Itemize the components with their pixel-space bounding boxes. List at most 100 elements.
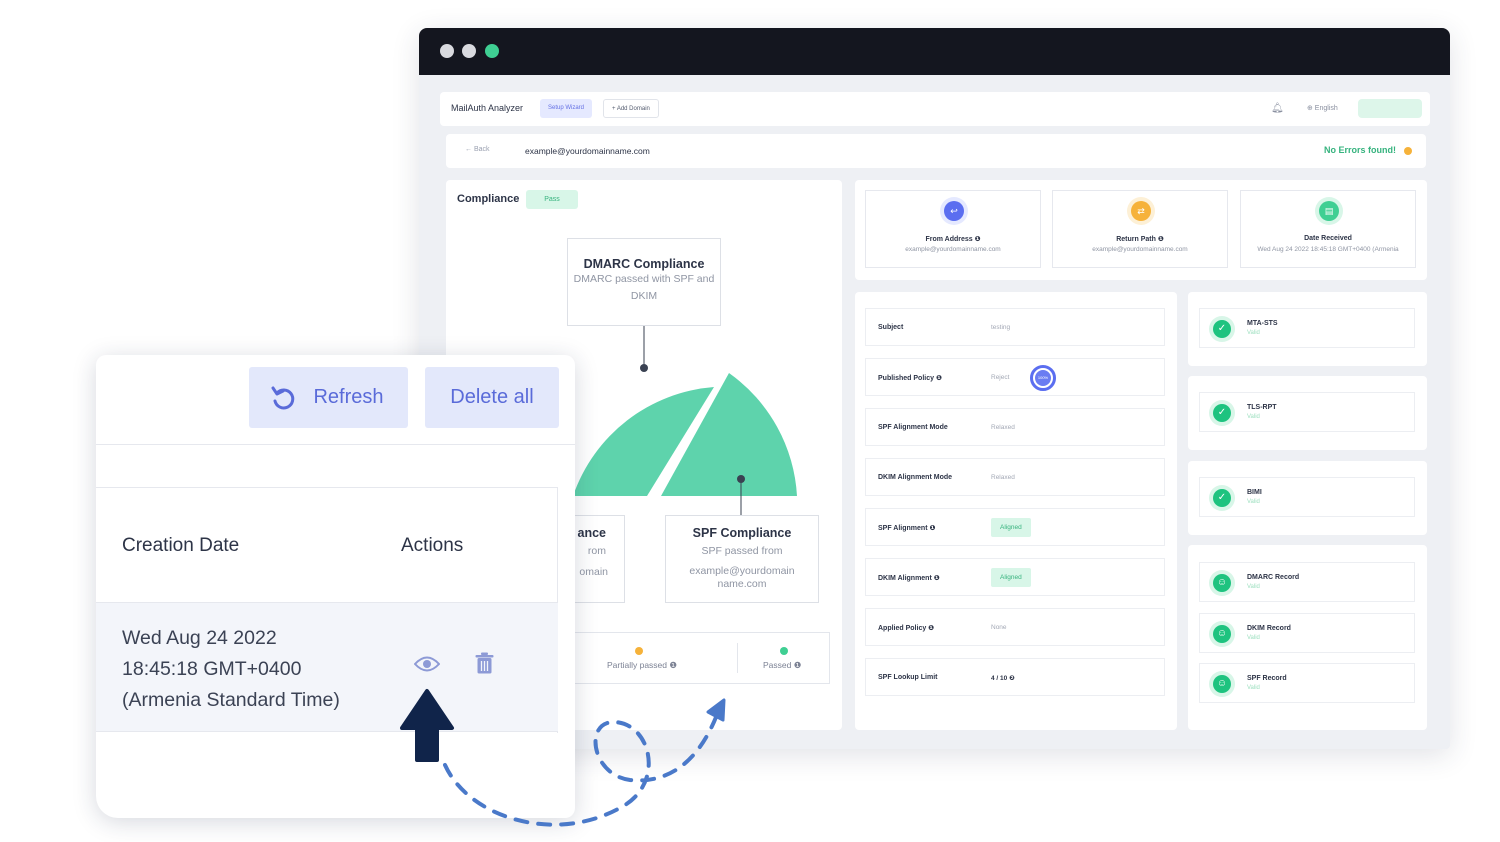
detail-label: Subject [878,324,904,331]
detail-label: Applied Policy ❶ [878,625,935,632]
from-address-value: example@yourdomainname.com [905,246,1001,253]
spf-desc-2: example@yourdomain [689,565,795,577]
refresh-icon [271,386,295,410]
dmarc-desc: DMARC passed with SPF and DKIM [573,273,715,302]
side-name: TLS-RPT [1247,404,1277,411]
column-creation-date[interactable]: Creation Date [122,535,239,557]
side-row[interactable]: ☺ DMARC Record Valid [1199,562,1415,602]
spf-desc-3: name.com [717,578,767,590]
row-date-line: Wed Aug 24 2022 [122,627,277,649]
detail-label: SPF Lookup Limit [878,674,938,681]
check-icon: ✓ [1209,485,1235,511]
column-actions: Actions [401,535,464,556]
calendar-icon: ▤ [1315,197,1343,225]
back-link[interactable]: ← Back [465,146,490,153]
table-border [96,487,558,488]
window-maximize-dot[interactable] [485,44,499,58]
compliance-legend: Partially passed ❶ Passed ❶ [564,632,830,684]
side-status: Valid [1247,584,1260,590]
window-close-dot[interactable] [440,44,454,58]
status-dot [1404,147,1412,155]
dmarc-title: DMARC Compliance [583,257,705,271]
app-brand[interactable]: MailAuth Analyzer [451,103,523,113]
browser-title-bar [419,28,1450,75]
side-row[interactable]: ✓ MTA-STS Valid [1199,308,1415,348]
side-row[interactable]: ✓ BIMI Valid [1199,477,1415,517]
date-received-value: Wed Aug 24 2022 18:45:18 GMT+0400 (Armen… [1257,246,1399,253]
detail-value: Relaxed [991,474,1015,481]
side-row[interactable]: ☺ SPF Record Valid [1199,663,1415,703]
detail-row-dkim-mode: DKIM Alignment Mode Relaxed [865,458,1165,496]
detail-value: 4 / 10 ❷ [991,675,1015,682]
detail-value: testing [991,324,1011,331]
compliance-pass-badge: Pass [526,190,578,209]
detail-row-subject: Subject testing [865,308,1165,346]
language-selector[interactable]: ⊕ English [1307,104,1338,112]
detail-value: None [991,624,1007,631]
eye-icon[interactable] [414,655,440,673]
side-row[interactable]: ☺ DKIM Record Valid [1199,613,1415,653]
spacer [96,445,575,487]
detail-row-spf-mode: SPF Alignment Mode Relaxed [865,408,1165,446]
spf-desc-1: SPF passed from [701,545,783,557]
report-email: example@yourdomainname.com [525,146,650,156]
check-icon: ✓ [1209,400,1235,426]
check-icon: ✓ [1209,316,1235,342]
spf-compliance-box: SPF Compliance SPF passed from example@y… [665,515,819,603]
smile-icon: ☺ [1209,621,1235,647]
return-path-card: ⇄ Return Path ❶ example@yourdomainname.c… [1052,190,1228,268]
add-domain-button[interactable]: + Add Domain [603,99,659,118]
aligned-badge: Aligned [991,568,1031,587]
bimi-panel: ✓ BIMI Valid [1188,461,1427,535]
refresh-button[interactable]: Refresh [249,367,408,428]
dmarc-compliance-box: DMARC Compliance DMARC passed with SPF a… [567,238,721,326]
legend-divider [737,643,738,673]
side-name: BIMI [1247,489,1262,496]
return-path-value: example@yourdomainname.com [1092,246,1188,253]
detail-row-spf-alignment: SPF Alignment ❶ Aligned [865,508,1165,546]
from-address-label: From Address ❶ [925,236,981,243]
from-address-card: ↩ From Address ❶ example@yourdomainname.… [865,190,1041,268]
delete-all-button[interactable]: Delete all [425,367,559,428]
side-row[interactable]: ✓ TLS-RPT Valid [1199,392,1415,432]
policy-percent-ring: 100% [1030,365,1056,391]
table-row[interactable]: Wed Aug 24 2022 18:45:18 GMT+0400 (Armen… [96,602,558,732]
message-info-panel: ↩ From Address ❶ example@yourdomainname.… [855,180,1427,280]
detail-label: SPF Alignment ❶ [878,525,936,532]
detail-label: Published Policy ❶ [878,375,942,382]
path-icon: ⇄ [1127,197,1155,225]
side-name: DKIM Record [1247,625,1291,632]
account-button[interactable] [1358,99,1422,118]
trash-icon[interactable] [475,652,494,674]
mta-sts-panel: ✓ MTA-STS Valid [1188,292,1427,366]
date-received-card: ▤ Date Received Wed Aug 24 2022 18:45:18… [1240,190,1416,268]
detail-label: SPF Alignment Mode [878,424,948,431]
date-received-label: Date Received [1304,235,1352,242]
side-name: DMARC Record [1247,574,1300,581]
records-panel: ☺ DMARC Record Valid ☺ DKIM Record Valid… [1188,545,1427,730]
detail-row-applied-policy: Applied Policy ❶ None [865,608,1165,646]
window-minimize-dot[interactable] [462,44,476,58]
side-status: Valid [1247,499,1260,505]
row-date-line: 18:45:18 GMT+0400 [122,658,302,680]
report-header: ← Back example@yourdomainname.com No Err… [446,134,1426,168]
legend-passed: Passed ❶ [763,660,802,670]
row-creation-date: Wed Aug 24 2022 18:45:18 GMT+0400 (Armen… [122,623,392,716]
bell-icon[interactable]: 🔔︎ [1271,103,1284,114]
spf-connector-dot [737,475,745,483]
compliance-title: Compliance [457,193,520,205]
spf-title: SPF Compliance [692,526,792,540]
passed-dot [780,647,788,655]
detail-row-published-policy: Published Policy ❶ Reject 100% [865,358,1165,396]
app-navbar: MailAuth Analyzer Setup Wizard + Add Dom… [440,92,1430,126]
detail-value: Relaxed [991,424,1015,431]
side-name: MTA-STS [1247,320,1278,327]
detail-row-spf-lookup: SPF Lookup Limit 4 / 10 ❷ [865,658,1165,696]
side-status: Valid [1247,414,1260,420]
detail-label: DKIM Alignment Mode [878,474,953,481]
reports-card: Refresh Delete all Creation Date Actions… [96,355,575,818]
row-date-line: (Armenia Standard Time) [122,689,340,711]
detail-value: Reject [991,374,1010,381]
tab-setup-wizard[interactable]: Setup Wizard [540,99,593,118]
side-status: Valid [1247,685,1260,691]
